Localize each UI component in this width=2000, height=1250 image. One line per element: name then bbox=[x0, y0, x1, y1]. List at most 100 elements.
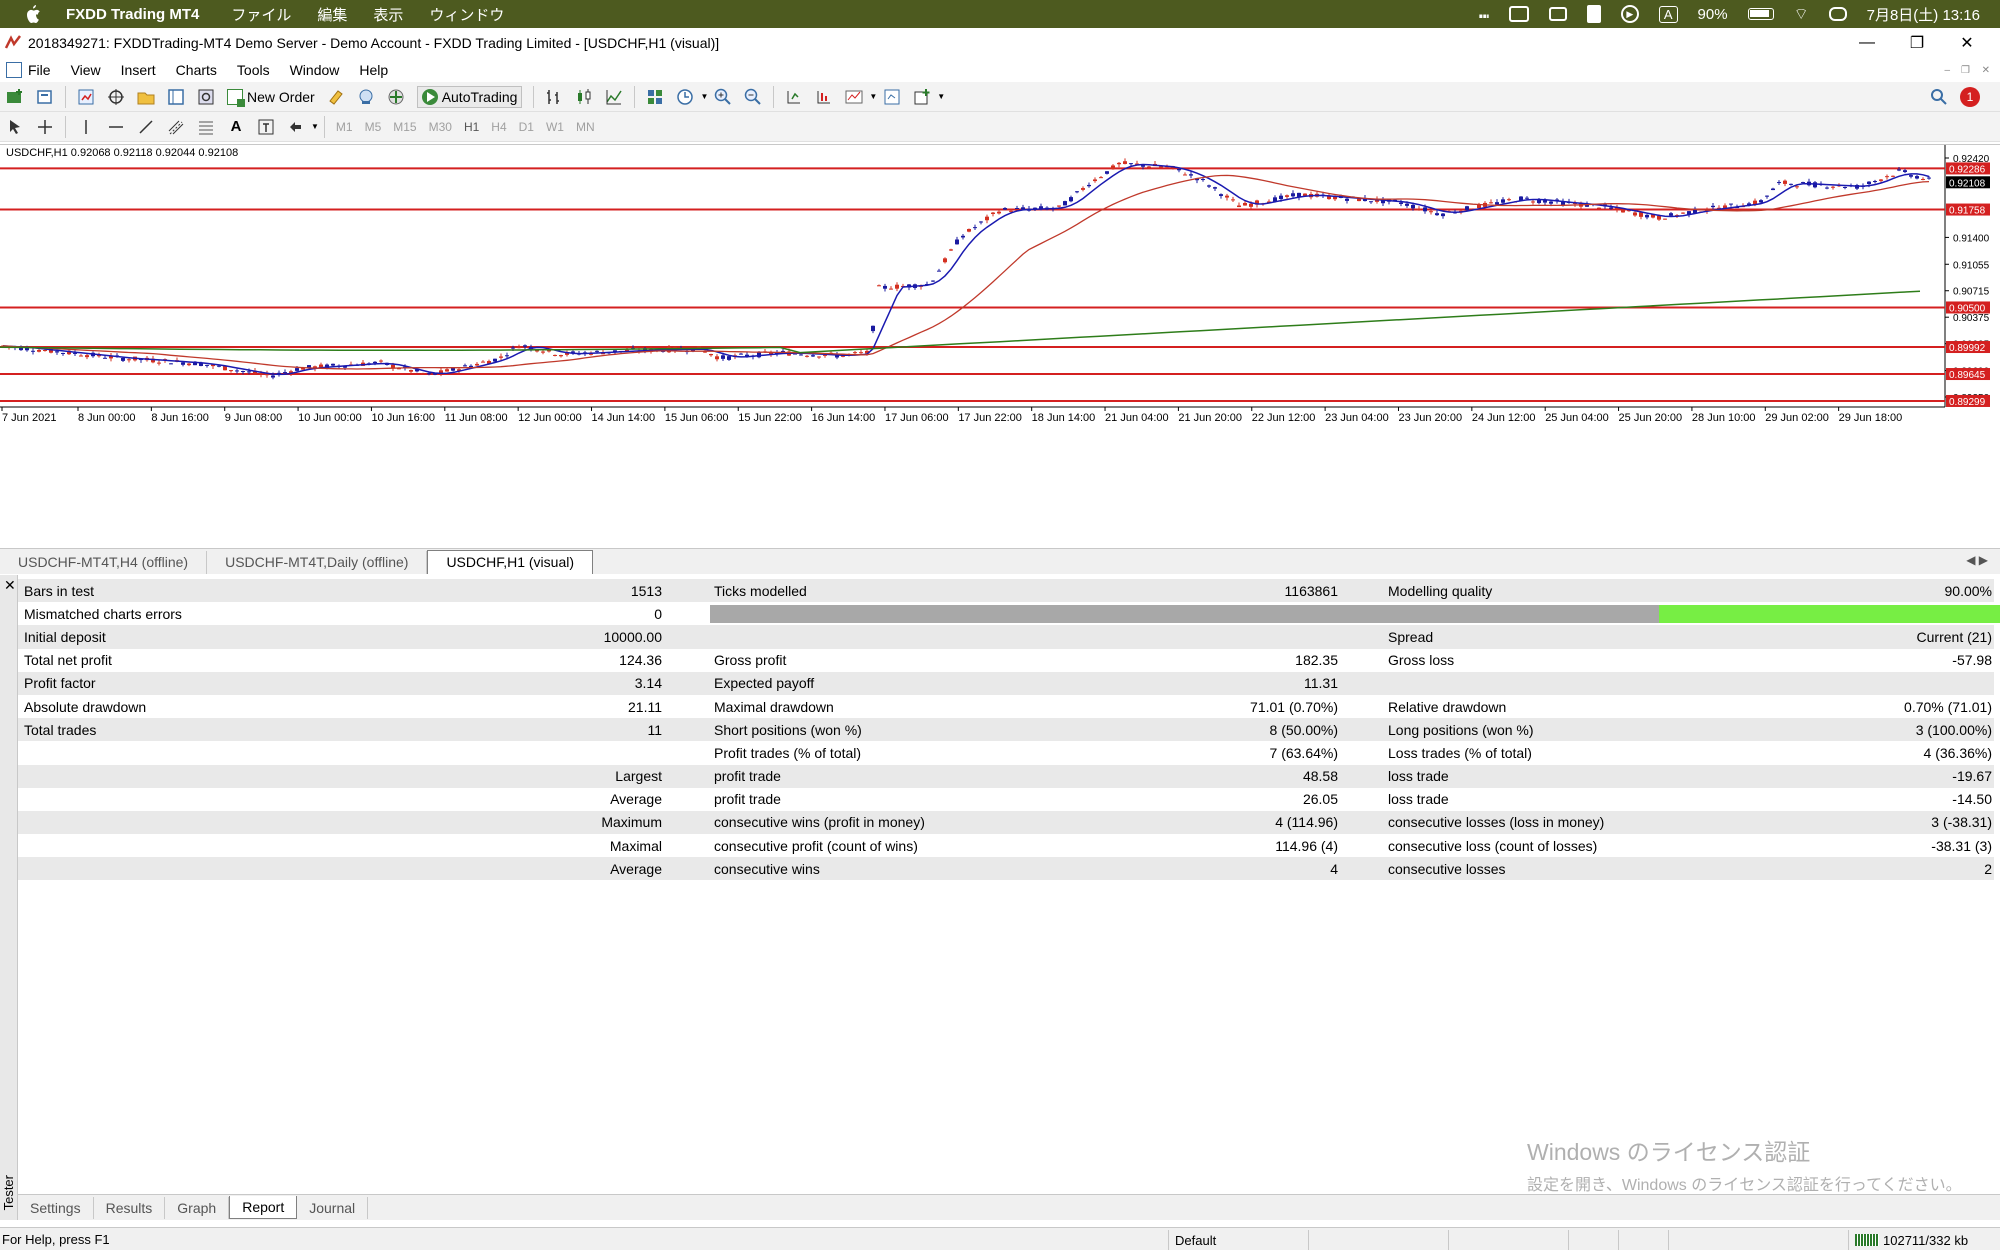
menu-file[interactable]: File bbox=[28, 62, 51, 78]
tester-tab-report[interactable]: Report bbox=[229, 1196, 298, 1219]
channel-icon[interactable] bbox=[164, 115, 188, 139]
signals-icon[interactable] bbox=[354, 85, 378, 109]
timeframe-mn[interactable]: MN bbox=[576, 120, 595, 134]
templates-icon[interactable] bbox=[880, 85, 904, 109]
search-icon[interactable] bbox=[1930, 88, 1948, 109]
template-dropdown-icon[interactable]: ▼ bbox=[937, 92, 945, 101]
tester-tab-settings[interactable]: Settings bbox=[18, 1196, 94, 1219]
indicators-icon[interactable] bbox=[842, 85, 866, 109]
status-connection[interactable]: 102711/332 kb bbox=[1848, 1230, 2000, 1250]
auto-scroll-icon[interactable] bbox=[782, 85, 806, 109]
clock[interactable]: 7月8日(土) 13:16 bbox=[1867, 4, 1980, 25]
new-chart-icon[interactable] bbox=[3, 85, 27, 109]
timeframe-w1[interactable]: W1 bbox=[546, 120, 564, 134]
control-center-icon[interactable] bbox=[1828, 7, 1847, 21]
candle-body bbox=[1003, 207, 1007, 210]
arrows-dropdown-icon[interactable]: ▼ bbox=[311, 122, 319, 131]
arrows-icon[interactable] bbox=[284, 115, 308, 139]
crosshair-icon[interactable] bbox=[33, 115, 57, 139]
app-name[interactable]: FXDD Trading MT4 bbox=[66, 6, 199, 23]
horizontal-line-icon[interactable] bbox=[104, 115, 128, 139]
menu-view[interactable]: View bbox=[71, 62, 101, 78]
chart-tab-daily[interactable]: USDCHF-MT4T,Daily (offline) bbox=[207, 551, 428, 574]
timeframe-m5[interactable]: M5 bbox=[365, 120, 382, 134]
report-value: Current (21) bbox=[1916, 628, 1992, 645]
market-watch-icon[interactable] bbox=[74, 85, 98, 109]
input-method[interactable]: A bbox=[1658, 5, 1678, 23]
chart-canvas[interactable]: 0.924200.914000.910550.907150.903750.900… bbox=[0, 145, 2000, 549]
chart-tab-h1-visual[interactable]: USDCHF,H1 (visual) bbox=[427, 550, 594, 574]
timeframe-h4[interactable]: H4 bbox=[491, 120, 506, 134]
mdi-close-button[interactable]: ✕ bbox=[1982, 65, 1990, 76]
tester-tab-journal[interactable]: Journal bbox=[297, 1196, 369, 1219]
line-chart-icon[interactable] bbox=[602, 85, 626, 109]
menu-charts[interactable]: Charts bbox=[176, 62, 217, 78]
candle-body bbox=[1783, 180, 1787, 184]
autotrading-button[interactable]: AutoTrading bbox=[416, 85, 523, 108]
chart-tab-h4[interactable]: USDCHF-MT4T,H4 (offline) bbox=[0, 551, 208, 574]
timeframe-m1[interactable]: M1 bbox=[336, 120, 353, 134]
strategy-tester-icon[interactable] bbox=[194, 85, 218, 109]
close-button[interactable]: ✕ bbox=[1942, 28, 1992, 58]
zoom-out-icon[interactable] bbox=[741, 85, 765, 109]
terminal-icon[interactable] bbox=[164, 85, 188, 109]
mac-menu-view[interactable]: 表示 bbox=[373, 4, 403, 25]
candle-body bbox=[1681, 212, 1685, 214]
mdi-minimize-button[interactable]: – bbox=[1944, 65, 1950, 76]
restore-button[interactable]: ❐ bbox=[1892, 28, 1942, 58]
doc-icon[interactable] bbox=[6, 62, 22, 78]
timeframe-d1[interactable]: D1 bbox=[519, 120, 534, 134]
metaeditor-icon[interactable] bbox=[324, 85, 348, 109]
tile-windows-icon[interactable] bbox=[643, 85, 667, 109]
vertical-line-icon[interactable] bbox=[74, 115, 98, 139]
menu-window[interactable]: Window bbox=[290, 62, 340, 78]
fibonacci-icon[interactable] bbox=[194, 115, 218, 139]
timeframe-h1[interactable]: H1 bbox=[464, 120, 479, 134]
new-order-button[interactable]: New Order bbox=[227, 88, 315, 107]
menu-help[interactable]: Help bbox=[359, 62, 388, 78]
market-icon[interactable] bbox=[384, 85, 408, 109]
trendline-icon[interactable] bbox=[134, 115, 158, 139]
mac-menu-window[interactable]: ウィンドウ bbox=[429, 4, 504, 25]
minimize-button[interactable]: — bbox=[1842, 28, 1892, 58]
mac-menu-file[interactable]: ファイル bbox=[231, 4, 291, 25]
windows-icon[interactable] bbox=[1548, 7, 1567, 21]
sidebar-icon[interactable] bbox=[1508, 6, 1529, 22]
play-icon[interactable]: ▶ bbox=[1620, 5, 1639, 23]
indicators-dropdown-icon[interactable]: ▼ bbox=[869, 92, 877, 101]
cursor-icon[interactable] bbox=[3, 115, 27, 139]
tuning-icon[interactable]: ⑉ bbox=[1479, 5, 1489, 23]
add-template-icon[interactable] bbox=[910, 85, 934, 109]
candle-body bbox=[1789, 183, 1793, 185]
tester-close-icon[interactable]: ✕ bbox=[4, 577, 16, 594]
tab-scroll-arrows-icon[interactable]: ◀ ▶ bbox=[1966, 553, 1988, 567]
navigator-icon[interactable] bbox=[134, 85, 158, 109]
candlesticks-icon[interactable] bbox=[572, 85, 596, 109]
notification-badge[interactable]: 1 bbox=[1960, 87, 1980, 107]
profiles-icon[interactable] bbox=[33, 85, 57, 109]
menu-insert[interactable]: Insert bbox=[121, 62, 156, 78]
wifi-icon[interactable]: ⌔ bbox=[1794, 4, 1809, 24]
zoom-in-icon[interactable] bbox=[711, 85, 735, 109]
apple-icon[interactable] bbox=[22, 3, 44, 25]
mdi-restore-button[interactable]: ❐ bbox=[1961, 65, 1970, 76]
tester-tab-results[interactable]: Results bbox=[94, 1196, 166, 1219]
tester-tab-graph[interactable]: Graph bbox=[165, 1196, 230, 1219]
periods-dropdown-icon[interactable]: ▼ bbox=[700, 92, 708, 101]
timeframe-m30[interactable]: M30 bbox=[429, 120, 452, 134]
text-icon[interactable]: A bbox=[224, 115, 248, 139]
timeframe-m15[interactable]: M15 bbox=[393, 120, 416, 134]
text-label-icon[interactable] bbox=[254, 115, 278, 139]
price-chart[interactable]: 0.924200.914000.910550.907150.903750.900… bbox=[0, 144, 2000, 548]
menu-tools[interactable]: Tools bbox=[237, 62, 270, 78]
id-card-icon[interactable] bbox=[1586, 5, 1601, 23]
bar-chart-icon[interactable] bbox=[542, 85, 566, 109]
periods-icon[interactable] bbox=[673, 85, 697, 109]
candle-body bbox=[871, 325, 875, 332]
mac-menu-edit[interactable]: 編集 bbox=[317, 4, 347, 25]
battery-icon[interactable] bbox=[1747, 8, 1774, 20]
data-window-icon[interactable] bbox=[104, 85, 128, 109]
time-tick-label: 22 Jun 12:00 bbox=[1252, 412, 1316, 424]
chart-shift-icon[interactable] bbox=[812, 85, 836, 109]
candle-body bbox=[475, 363, 479, 366]
